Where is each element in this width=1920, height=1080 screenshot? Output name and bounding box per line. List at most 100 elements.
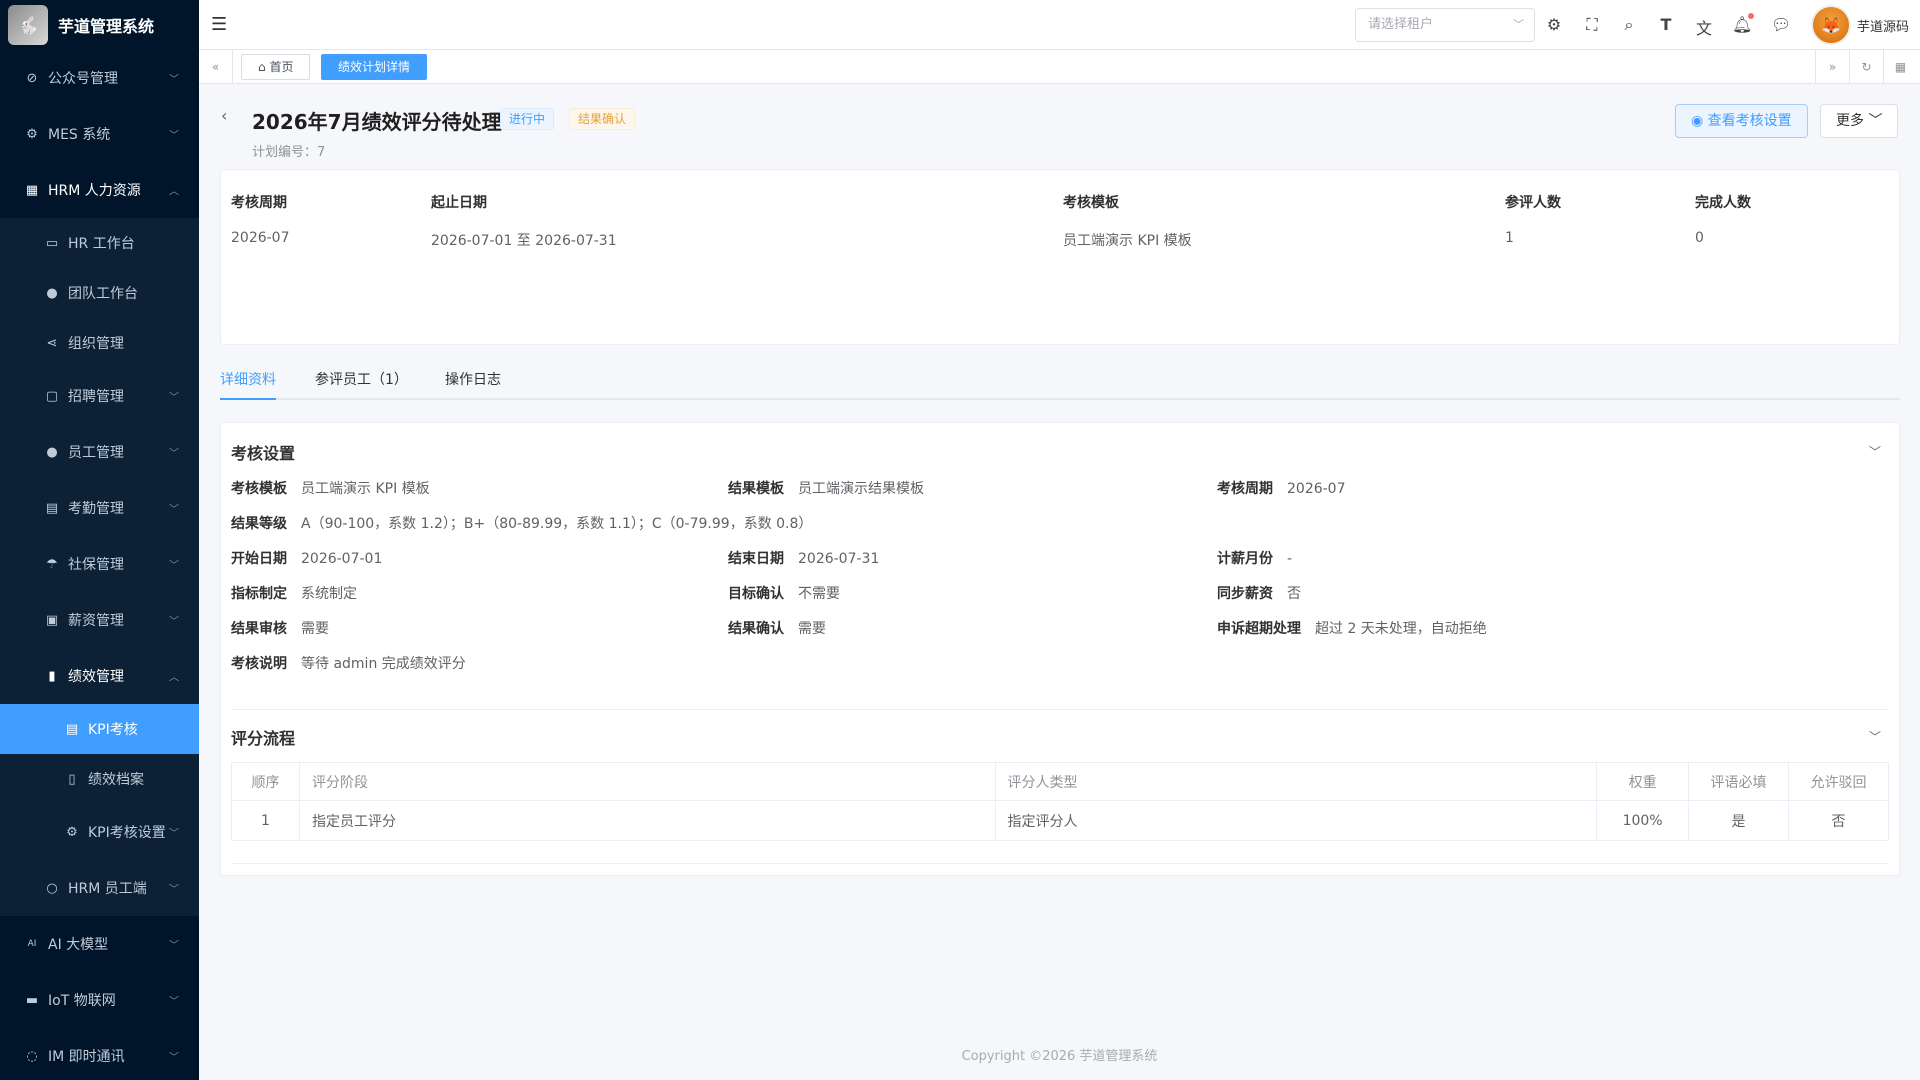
detail-tabs: 详细资料 参评员工（1） 操作日志	[220, 362, 1900, 400]
gear-icon: ⚙	[66, 824, 78, 840]
message-icon[interactable]: 💬︎	[1771, 15, 1791, 34]
tab-operation-log[interactable]: 操作日志	[445, 362, 501, 400]
bar-chart-icon: ▮	[48, 668, 56, 684]
chevron-up-icon: ︿	[169, 672, 179, 684]
logo[interactable]: 🐇 芋道管理系统	[0, 0, 199, 50]
sidebar-item-hrm[interactable]: ▦ HRM 人力资源 ︿	[0, 162, 199, 218]
field-end-date: 结束日期 2026-07-31	[728, 548, 879, 568]
refresh-icon[interactable]: ↻	[1849, 50, 1883, 84]
field-value: 不需要	[798, 586, 840, 602]
hamburger-icon[interactable]: ☰	[211, 14, 227, 35]
field-label: 考核周期	[1217, 481, 1273, 497]
chevron-down-icon: ﹀	[169, 504, 179, 516]
grid-icon[interactable]: ▦	[1883, 50, 1917, 84]
sidebar-item-label: 社保管理	[68, 557, 124, 573]
performance-submenu: ▤ KPI考核 ▯ 绩效档案 ⚙ KPI考核设置 ﹀	[0, 704, 199, 860]
field-result-confirm: 结果确认 需要	[728, 618, 826, 638]
sidebar-item-official-account[interactable]: ⊘ 公众号管理 ﹀	[0, 50, 199, 106]
font-size-icon[interactable]: T	[1656, 15, 1676, 34]
sidebar-item-hr-workbench[interactable]: ▭ HR 工作台	[0, 218, 199, 268]
field-template: 考核模板 员工端演示 KPI 模板	[231, 478, 430, 498]
tag-plan-detail-label: 绩效计划详情	[338, 60, 411, 74]
plan-number: 计划编号：7	[252, 145, 326, 160]
book-icon: ▯	[68, 771, 76, 787]
sidebar-item-kpi-settings[interactable]: ⚙ KPI考核设置 ﹀	[0, 804, 199, 860]
stage-badge: 结果确认	[569, 108, 636, 130]
field-label: 结果确认	[728, 621, 784, 637]
sidebar-item-recruit[interactable]: ▢ 招聘管理 ﹀	[0, 368, 199, 424]
sidebar-item-mes[interactable]: ⚙ MES 系统 ﹀	[0, 106, 199, 162]
search-icon[interactable]: ⌕	[1619, 15, 1639, 35]
table-cell: 指定员工评分	[298, 800, 996, 841]
summary-value: 1	[1505, 230, 1514, 246]
sidebar-item-salary[interactable]: ▣ 薪资管理 ﹀	[0, 592, 199, 648]
fullscreen-icon[interactable]: ⛶	[1582, 15, 1602, 35]
user-icon: ○	[46, 880, 58, 896]
field-label: 开始日期	[231, 551, 287, 567]
field-label: 目标确认	[728, 586, 784, 602]
field-value: 等待 admin 完成绩效评分	[301, 656, 466, 672]
field-sync-salary: 同步薪资否	[1217, 583, 1301, 603]
tab-participants[interactable]: 参评员工（1）	[315, 362, 408, 400]
sidebar-item-attendance[interactable]: ▤ 考勤管理 ﹀	[0, 480, 199, 536]
sidebar-item-performance[interactable]: ▮ 绩效管理 ︿	[0, 648, 199, 704]
summary-value: 员工端演示 KPI 模板	[1063, 233, 1192, 249]
summary-template: 考核模板 员工端演示 KPI 模板	[1063, 192, 1192, 250]
detail-card: 考核设置 ﹀ 考核模板 员工端演示 KPI 模板 结果模板 员工端演示结果模板 考核…	[220, 422, 1900, 876]
field-label: 结果模板	[728, 481, 784, 497]
field-value: 员工端演示 KPI 模板	[301, 481, 430, 497]
sidebar-item-employee[interactable]: ● 员工管理 ﹀	[0, 424, 199, 480]
field-period: 考核周期 2026-07	[1217, 478, 1346, 498]
view-settings-label: 查看考核设置	[1707, 113, 1792, 129]
translate-icon[interactable]: 文	[1694, 15, 1714, 39]
tag-plan-detail[interactable]: 绩效计划详情	[321, 54, 428, 80]
tenant-select[interactable]: 请选择租户 ﹀	[1355, 8, 1535, 42]
sidebar-item-im[interactable]: ◌ IM 即时通讯 ﹀	[0, 1028, 199, 1080]
chevron-down-icon[interactable]: ﹀	[1869, 443, 1881, 460]
sidebar-item-label: 招聘管理	[68, 389, 124, 405]
username[interactable]: 芋道源码	[1857, 16, 1909, 35]
sidebar-item-label: IoT 物联网	[48, 993, 116, 1009]
tag-home[interactable]: ⌂ 首页	[241, 54, 311, 80]
sidebar-item-ai[interactable]: AI AI 大模型 ﹀	[0, 916, 199, 972]
sidebar-item-label: 公众号管理	[48, 71, 118, 87]
avatar[interactable]: 🦊	[1811, 5, 1851, 45]
scroll-right-icon[interactable]: »	[1815, 50, 1849, 84]
field-result-template: 结果模板 员工端演示结果模板	[728, 478, 924, 498]
tab-details[interactable]: 详细资料	[220, 362, 276, 400]
chevron-down-icon: ﹀	[169, 74, 179, 86]
summary-label: 考核周期	[231, 195, 287, 211]
gear-icon[interactable]: ⚙	[1544, 15, 1564, 34]
sidebar-item-org[interactable]: ⋖ 组织管理	[0, 318, 199, 368]
field-label: 指标制定	[231, 586, 287, 602]
summary-label: 考核模板	[1063, 195, 1119, 211]
tags-view: « ⌂ 首页 绩效计划详情 » ↻ ▦	[199, 50, 1920, 84]
sidebar-item-social-security[interactable]: ☂ 社保管理 ﹀	[0, 536, 199, 592]
back-arrow-icon[interactable]: ‹	[221, 106, 227, 125]
sidebar-item-kpi-review[interactable]: ▤ KPI考核	[0, 704, 199, 754]
sidebar-item-hrm-staff[interactable]: ○ HRM 员工端 ﹀	[0, 860, 199, 916]
sidebar-item-label: HR 工作台	[68, 236, 135, 252]
field-description: 考核说明 等待 admin 完成绩效评分	[231, 653, 466, 673]
sidebar-item-label: AI 大模型	[48, 937, 109, 953]
summary-label: 起止日期	[431, 195, 487, 211]
divider	[231, 709, 1889, 710]
chevron-down-icon[interactable]: ﹀	[1869, 728, 1881, 745]
chevron-down-icon: ﹀	[169, 392, 179, 404]
chevron-down-icon: ﹀	[169, 130, 179, 142]
more-label: 更多	[1836, 113, 1864, 129]
more-button[interactable]: 更多 ﹀	[1820, 104, 1899, 138]
divider	[231, 863, 1889, 864]
view-settings-button[interactable]: ◉ 查看考核设置	[1675, 104, 1808, 138]
field-value: 系统制定	[301, 586, 357, 602]
sidebar-item-team-workbench[interactable]: ● 团队工作台	[0, 268, 199, 318]
chevron-down-icon: ﹀	[169, 828, 179, 840]
sidebar-item-iot[interactable]: ▬ IoT 物联网 ﹀	[0, 972, 199, 1028]
field-label: 结束日期	[728, 551, 784, 567]
sidebar-item-perf-archive[interactable]: ▯ 绩效档案	[0, 754, 199, 804]
app-title: 芋道管理系统	[58, 17, 155, 36]
scroll-left-icon[interactable]: «	[199, 50, 233, 84]
chevron-down-icon: ﹀	[169, 448, 179, 460]
table-cell: 否	[1788, 800, 1889, 841]
summary-value: 0	[1695, 230, 1704, 246]
